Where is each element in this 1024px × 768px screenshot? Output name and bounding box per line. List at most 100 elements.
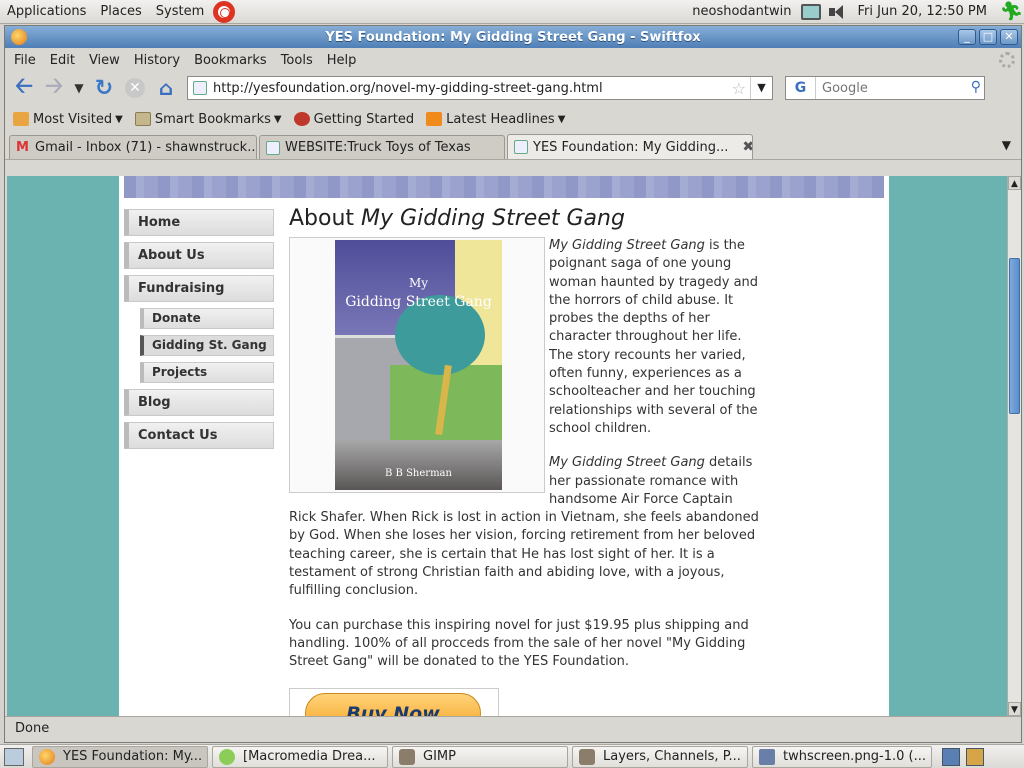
menu-help[interactable]: Help: [320, 53, 364, 68]
paragraph-text: is the poignant saga of one young woman …: [549, 238, 759, 436]
menu-file[interactable]: File: [7, 53, 43, 68]
title-book-name: My Gidding Street Gang: [361, 206, 625, 231]
tab-yes-foundation[interactable]: YES Foundation: My Gidding... ✖: [507, 134, 753, 159]
menu-edit[interactable]: Edit: [43, 53, 82, 68]
gmail-icon: M: [16, 139, 29, 155]
menu-bookmarks[interactable]: Bookmarks: [187, 53, 274, 68]
bookmark-latest-headlines[interactable]: Latest Headlines ▼: [426, 112, 565, 127]
taskbar-layers[interactable]: Layers, Channels, P...: [572, 745, 748, 768]
scroll-down-icon[interactable]: ▼: [1008, 702, 1021, 716]
site-navigation: Home About Us Fundraising Donate Gidding…: [124, 209, 274, 455]
bookmark-label: Smart Bookmarks: [154, 111, 271, 127]
history-dropdown-icon[interactable]: ▼: [69, 74, 89, 102]
site-favicon-icon: [193, 81, 207, 95]
list-all-tabs-icon[interactable]: ▼: [1002, 138, 1011, 152]
taskbar-dreamweaver[interactable]: [Macromedia Drea...: [212, 745, 388, 768]
chevron-down-icon: ▼: [557, 113, 566, 125]
close-tab-icon[interactable]: ✖: [742, 139, 752, 155]
volume-icon[interactable]: [827, 4, 847, 20]
site-banner: [124, 176, 884, 198]
page-icon: [514, 140, 528, 154]
most-visited-icon: [13, 112, 29, 126]
applications-menu[interactable]: Applications: [0, 4, 93, 19]
nav-about-us[interactable]: About Us: [124, 242, 274, 269]
nav-donate[interactable]: Donate: [140, 308, 274, 329]
bookmark-getting-started[interactable]: Getting Started: [293, 111, 415, 127]
menu-history[interactable]: History: [127, 53, 187, 68]
page-body: Home About Us Fundraising Donate Gidding…: [119, 176, 889, 716]
nav-blog[interactable]: Blog: [124, 389, 274, 416]
buy-now-button[interactable]: Buy Now: [305, 692, 481, 716]
nav-projects[interactable]: Projects: [140, 362, 274, 383]
search-engine-icon[interactable]: G: [786, 77, 816, 99]
close-window-button[interactable]: ✕: [1000, 29, 1018, 45]
scrollbar-thumb[interactable]: [1009, 258, 1020, 414]
book-cover-image[interactable]: My Gidding Street Gang B B Sherman: [335, 240, 502, 490]
places-menu[interactable]: Places: [93, 4, 148, 19]
taskbar-twhscreen[interactable]: twhscreen.png-1.0 (...: [752, 745, 932, 768]
search-input[interactable]: [822, 80, 962, 96]
clock[interactable]: Fri Jun 20, 12:50 PM: [850, 4, 994, 19]
reload-button[interactable]: ↻: [89, 74, 119, 102]
forward-button[interactable]: 🡢: [39, 74, 69, 102]
nav-contact-us[interactable]: Contact Us: [124, 422, 274, 449]
maximize-button[interactable]: □: [979, 29, 997, 45]
nav-fundraising[interactable]: Fundraising: [124, 275, 274, 302]
menu-tools[interactable]: Tools: [274, 53, 320, 68]
nav-home[interactable]: Home: [124, 209, 274, 236]
bookmark-smart-bookmarks[interactable]: Smart Bookmarks ▼: [134, 111, 282, 127]
cover-title-line1: My: [408, 276, 429, 290]
task-label: twhscreen.png-1.0 (...: [783, 749, 927, 764]
status-bar: Done: [5, 716, 1021, 742]
bottom-panel: YES Foundation: My... [Macromedia Drea..…: [0, 744, 1024, 768]
taskbar-gimp[interactable]: GIMP: [392, 745, 568, 768]
chevron-down-icon: ▼: [273, 113, 282, 125]
browser-window: YES Foundation: My Gidding Street Gang -…: [4, 25, 1022, 743]
network-icon[interactable]: [801, 3, 822, 20]
tab-truck-toys[interactable]: WEBSITE:Truck Toys of Texas: [259, 135, 505, 159]
chevron-down-icon: ▼: [115, 113, 123, 125]
web-content: Home About Us Fundraising Donate Gidding…: [7, 176, 1007, 716]
bookmarks-toolbar: Most Visited ▼ Smart Bookmarks ▼ Getting S…: [5, 104, 1021, 134]
rss-icon: [426, 112, 443, 126]
running-man-icon[interactable]: 🏃︎: [1000, 1, 1023, 23]
url-text[interactable]: http://yesfoundation.org/novel-my-giddin…: [213, 81, 603, 96]
throbber-icon: [999, 52, 1015, 68]
bookmark-label: Latest Headlines: [446, 111, 555, 127]
tab-label: YES Foundation: My Gidding...: [533, 139, 729, 155]
image-window-icon: [759, 748, 775, 765]
bookmark-most-visited[interactable]: Most Visited ▼: [13, 112, 123, 127]
bookmark-star-icon[interactable]: ☆: [732, 79, 746, 98]
help-lifering-icon[interactable]: [213, 0, 236, 23]
window-title: YES Foundation: My Gidding Street Gang -…: [325, 29, 701, 45]
menu-view[interactable]: View: [82, 53, 127, 68]
tab-label: WEBSITE:Truck Toys of Texas: [285, 140, 471, 155]
show-desktop-icon[interactable]: [4, 747, 24, 766]
minimize-button[interactable]: _: [958, 29, 976, 45]
taskbar-yes-foundation[interactable]: YES Foundation: My...: [32, 745, 208, 768]
folder-icon: [134, 112, 151, 126]
home-button[interactable]: ⌂: [151, 74, 181, 102]
tab-gmail[interactable]: M Gmail - Inbox (71) - shawnstruck...: [9, 135, 257, 159]
vertical-scrollbar[interactable]: ▲ ▼: [1007, 176, 1021, 716]
search-icon[interactable]: ⚲: [971, 79, 981, 95]
back-button[interactable]: 🡠: [9, 74, 39, 102]
bookmark-label: Getting Started: [313, 111, 415, 127]
scroll-up-icon[interactable]: ▲: [1008, 176, 1021, 190]
book-cover-frame: My Gidding Street Gang B B Sherman: [289, 237, 545, 493]
workspace-switcher-icon[interactable]: [942, 747, 960, 766]
task-label: Layers, Channels, P...: [603, 749, 741, 764]
window-titlebar[interactable]: YES Foundation: My Gidding Street Gang -…: [5, 26, 1021, 48]
url-bar[interactable]: http://yesfoundation.org/novel-my-giddin…: [187, 76, 773, 100]
top-panel: Applications Places System neoshodantwin…: [0, 0, 1024, 24]
stop-button[interactable]: ✕: [125, 78, 145, 98]
system-menu[interactable]: System: [149, 4, 211, 19]
search-box[interactable]: G ⚲: [785, 76, 985, 100]
url-dropdown-icon[interactable]: ▼: [750, 77, 772, 99]
nav-gidding-st-gang[interactable]: Gidding St. Gang: [140, 335, 274, 356]
swiftfox-icon: [39, 748, 55, 765]
page-icon: [266, 140, 280, 155]
user-name[interactable]: neoshodantwin: [685, 4, 798, 19]
book-title-italic: My Gidding Street Gang: [549, 238, 705, 253]
workspace-active-icon[interactable]: [966, 747, 984, 766]
